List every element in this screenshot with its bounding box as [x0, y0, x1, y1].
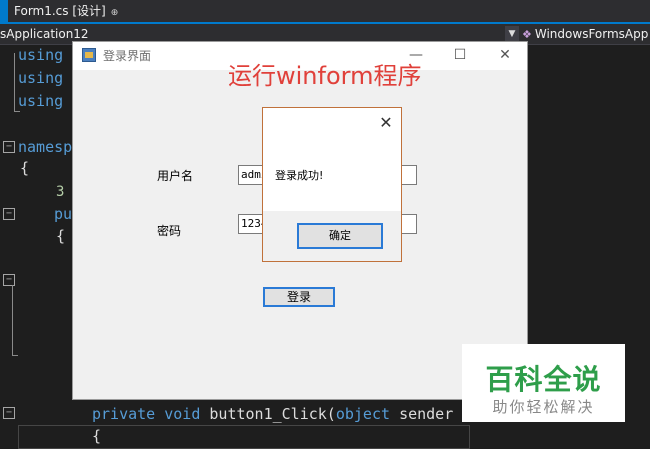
message-text: 登录成功!: [275, 169, 324, 182]
collapse-icon[interactable]: −: [3, 274, 15, 286]
fold-guide-end: [12, 355, 18, 356]
collapse-icon[interactable]: −: [3, 141, 15, 153]
watermark-subtitle: 助你轻松解决: [492, 398, 595, 416]
code-method-name: button1_Click(: [209, 405, 336, 423]
tab-form1-designer[interactable]: Form1.cs [设计] ⊕: [8, 0, 127, 22]
code-param-sender: sender: [399, 405, 454, 423]
code-brace: {: [92, 427, 102, 445]
watermark-title: 百科全说: [485, 363, 602, 396]
code-keyword-private: private: [92, 405, 156, 423]
ok-button[interactable]: 确定: [297, 223, 383, 249]
message-box-dialog: ✕ 登录成功! 确定: [262, 107, 402, 262]
code-line-using: using: [18, 69, 64, 87]
watermark: 百科全说 助你轻松解决: [462, 344, 625, 422]
class-name: WindowsFormsApp: [534, 27, 649, 41]
active-tab-indicator: [0, 0, 8, 22]
login-button[interactable]: 登录: [263, 287, 335, 307]
code-reference-count: 3: [56, 184, 65, 200]
collapse-icon[interactable]: −: [3, 208, 15, 220]
chevron-down-icon[interactable]: ▼: [505, 26, 519, 42]
code-brace: {: [56, 227, 66, 245]
code-line-using: using: [18, 92, 64, 110]
project-name: sApplication12: [0, 27, 89, 41]
code-keyword-object: object: [335, 405, 391, 423]
class-dropdown[interactable]: ❖ WindowsFormsApp: [522, 24, 650, 44]
username-label: 用户名: [157, 169, 194, 183]
code-line-public: pu: [54, 205, 73, 223]
code-line-using: using: [18, 46, 64, 64]
fold-guide-end: [14, 111, 20, 112]
message-box-content: ✕ 登录成功!: [263, 108, 401, 211]
collapse-icon[interactable]: −: [3, 407, 15, 419]
code-keyword-void: void: [164, 405, 201, 423]
code-line-namespace: namesp: [18, 138, 73, 156]
fold-guide: [14, 53, 15, 111]
form-caption: 登录界面: [103, 49, 152, 63]
maximize-icon[interactable]: ☐: [438, 42, 482, 70]
close-icon[interactable]: ✕: [483, 42, 527, 70]
close-icon[interactable]: ✕: [375, 114, 397, 132]
fold-guide: [12, 285, 13, 355]
document-tab-bar: Form1.cs [设计] ⊕: [0, 0, 650, 22]
code-brace: {: [20, 159, 30, 177]
form-app-icon: [82, 48, 96, 62]
code-line-method: private void button1_Click(object sender: [92, 404, 453, 424]
pin-icon[interactable]: ⊕: [111, 8, 119, 18]
class-icon: ❖: [522, 28, 532, 41]
current-line-highlight: [18, 425, 470, 449]
password-label: 密码: [157, 224, 182, 238]
annotation-title: 运行winform程序: [228, 62, 422, 90]
tab-title: Form1.cs [设计]: [14, 4, 106, 18]
